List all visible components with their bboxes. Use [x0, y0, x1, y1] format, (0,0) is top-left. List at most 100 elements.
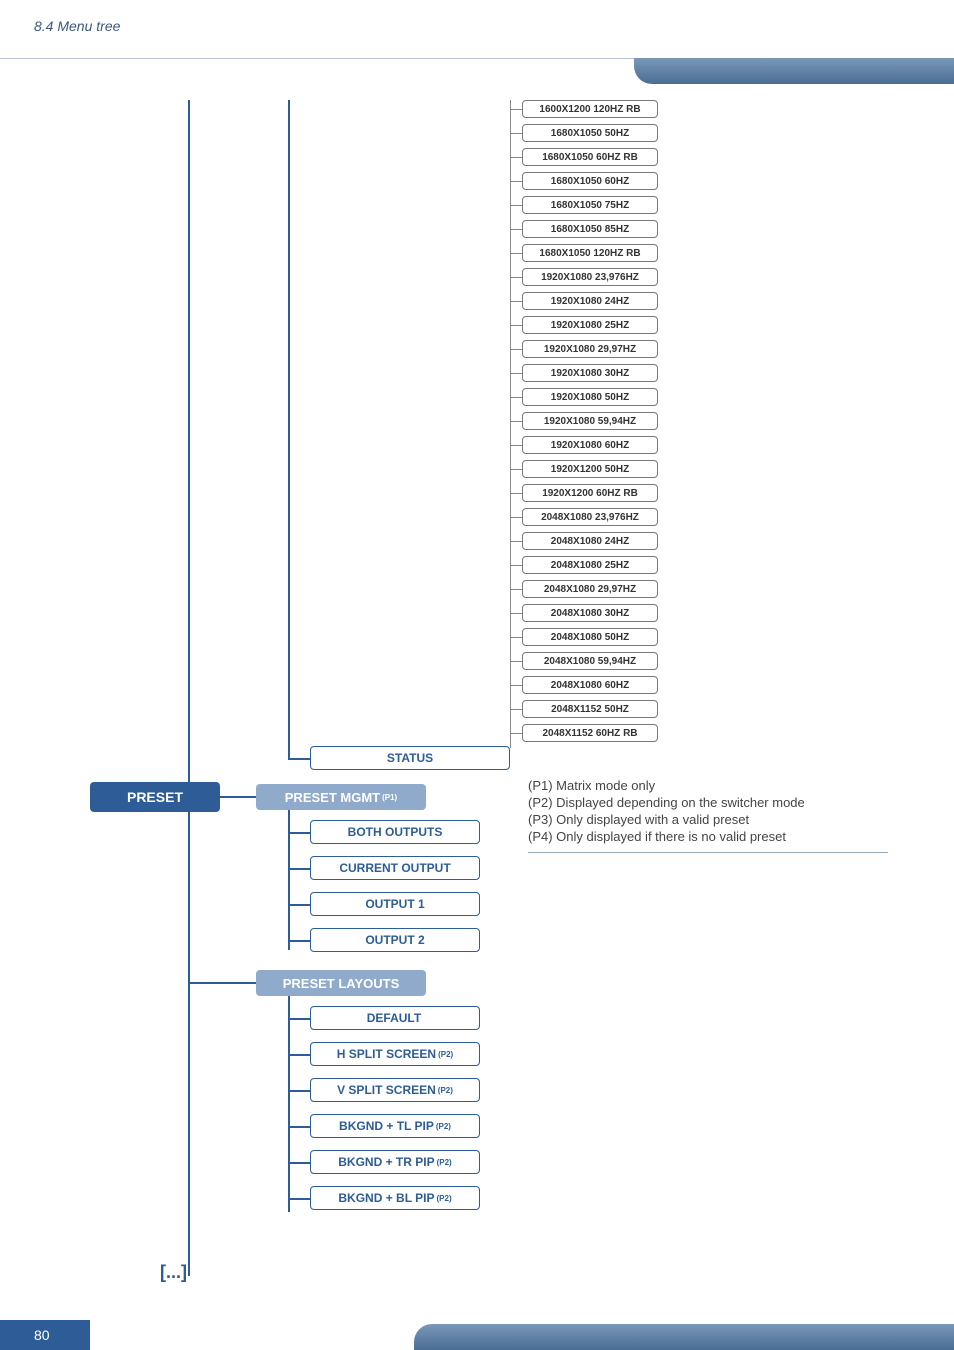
resolution-item: 2048X1152 60HZ RB — [522, 724, 658, 742]
resolution-item: 2048X1080 60HZ — [522, 676, 658, 694]
menu-current-output: CURRENT OUTPUT — [310, 856, 480, 880]
menu-default: DEFAULT — [310, 1006, 480, 1030]
menu-tree: STATUS PRESET PRESET MGMT(P1) BOTH OUTPU… — [90, 100, 870, 1300]
resolution-item: 1920X1080 24HZ — [522, 292, 658, 310]
res-connector — [510, 541, 522, 542]
page-number: 80 — [0, 1320, 90, 1350]
res-connector — [510, 469, 522, 470]
res-connector — [510, 709, 522, 710]
layouts-connector — [188, 982, 256, 984]
res-trunk — [510, 100, 511, 748]
resolution-item: 1680X1050 60HZ RB — [522, 148, 658, 166]
res-connector — [510, 301, 522, 302]
resolution-item: 1600X1200 120HZ RB — [522, 100, 658, 118]
legend-box: (P1) Matrix mode only (P2) Displayed dep… — [528, 778, 888, 853]
footer-tab — [414, 1324, 954, 1350]
res-connector — [510, 685, 522, 686]
resolution-item: 2048X1080 24HZ — [522, 532, 658, 550]
res-connector — [510, 109, 522, 110]
layout-0-label: DEFAULT — [367, 1011, 421, 1025]
l4 — [288, 1162, 310, 1164]
res-connector — [510, 493, 522, 494]
res-connector — [510, 637, 522, 638]
c1 — [288, 868, 310, 870]
status-connector — [288, 758, 310, 760]
res-connector — [510, 133, 522, 134]
menu-blpip: BKGND + BL PIP(P2) — [310, 1186, 480, 1210]
resolution-item: 1680X1050 120HZ RB — [522, 244, 658, 262]
menu-tlpip: BKGND + TL PIP(P2) — [310, 1114, 480, 1138]
res-connector — [510, 589, 522, 590]
layouts-trunk — [288, 996, 290, 1212]
c3 — [288, 940, 310, 942]
layout-5-sup: (P2) — [437, 1194, 452, 1203]
resolution-item: 1920X1080 60HZ — [522, 436, 658, 454]
l3 — [288, 1126, 310, 1128]
legend-p2: (P2) Displayed depending on the switcher… — [528, 795, 888, 812]
layout-1-label: H SPLIT SCREEN — [337, 1047, 436, 1061]
resolution-item: 1920X1080 25HZ — [522, 316, 658, 334]
l1 — [288, 1054, 310, 1056]
res-connector — [510, 517, 522, 518]
resolution-item: 1920X1080 23,976HZ — [522, 268, 658, 286]
resolution-item: 2048X1080 25HZ — [522, 556, 658, 574]
header-tab — [634, 58, 954, 84]
l5 — [288, 1198, 310, 1200]
resolution-item: 1920X1080 59,94HZ — [522, 412, 658, 430]
trunk-line — [188, 100, 190, 1276]
resolution-item: 1680X1050 60HZ — [522, 172, 658, 190]
l2 — [288, 1090, 310, 1092]
resolution-item: 2048X1080 30HZ — [522, 604, 658, 622]
resolution-item: 1680X1050 75HZ — [522, 196, 658, 214]
res-connector — [510, 157, 522, 158]
resolution-item: 2048X1152 50HZ — [522, 700, 658, 718]
resolution-item: 1920X1200 60HZ RB — [522, 484, 658, 502]
res-connector — [510, 445, 522, 446]
section-title: 8.4 Menu tree — [0, 0, 954, 34]
res-connector — [510, 373, 522, 374]
menu-hsplit: H SPLIT SCREEN(P2) — [310, 1042, 480, 1066]
resolution-item: 1920X1080 29,97HZ — [522, 340, 658, 358]
resolution-item: 2048X1080 23,976HZ — [522, 508, 658, 526]
preset-mgmt-label: PRESET MGMT — [285, 790, 380, 805]
menu-preset-layouts: PRESET LAYOUTS — [256, 970, 426, 996]
res-connector — [510, 229, 522, 230]
res-connector — [510, 325, 522, 326]
layout-5-label: BKGND + BL PIP — [338, 1191, 434, 1205]
layout-1-sup: (P2) — [438, 1050, 453, 1059]
mgmt-trunk — [288, 810, 290, 950]
res-connector — [510, 397, 522, 398]
resolution-item: 1920X1200 50HZ — [522, 460, 658, 478]
l0 — [288, 1018, 310, 1020]
resolution-item: 1920X1080 30HZ — [522, 364, 658, 382]
layout-2-sup: (P2) — [438, 1086, 453, 1095]
menu-vsplit: V SPLIT SCREEN(P2) — [310, 1078, 480, 1102]
menu-both-outputs: BOTH OUTPUTS — [310, 820, 480, 844]
layout-4-sup: (P2) — [437, 1158, 452, 1167]
res-connector — [510, 733, 522, 734]
res-connector — [510, 349, 522, 350]
resolution-item: 2048X1080 50HZ — [522, 628, 658, 646]
menu-trpip: BKGND + TR PIP(P2) — [310, 1150, 480, 1174]
menu-output2: OUTPUT 2 — [310, 928, 480, 952]
resolution-item: 2048X1080 29,97HZ — [522, 580, 658, 598]
resolution-item: 2048X1080 59,94HZ — [522, 652, 658, 670]
res-connector — [510, 205, 522, 206]
preset-mgmt-sup: (P1) — [382, 793, 397, 802]
status-trunk — [288, 100, 290, 760]
layout-3-sup: (P2) — [436, 1122, 451, 1131]
menu-preset-mgmt: PRESET MGMT(P1) — [256, 784, 426, 810]
legend-p1: (P1) Matrix mode only — [528, 778, 888, 795]
resolution-item: 1680X1050 85HZ — [522, 220, 658, 238]
mgmt-connector — [188, 796, 256, 798]
res-connector — [510, 253, 522, 254]
legend-p4: (P4) Only displayed if there is no valid… — [528, 829, 888, 846]
res-connector — [510, 421, 522, 422]
layout-3-label: BKGND + TL PIP — [339, 1119, 434, 1133]
resolution-item: 1680X1050 50HZ — [522, 124, 658, 142]
res-connector — [510, 565, 522, 566]
layout-4-label: BKGND + TR PIP — [338, 1155, 434, 1169]
legend-p3: (P3) Only displayed with a valid preset — [528, 812, 888, 829]
resolution-item: 1920X1080 50HZ — [522, 388, 658, 406]
res-connector — [510, 181, 522, 182]
